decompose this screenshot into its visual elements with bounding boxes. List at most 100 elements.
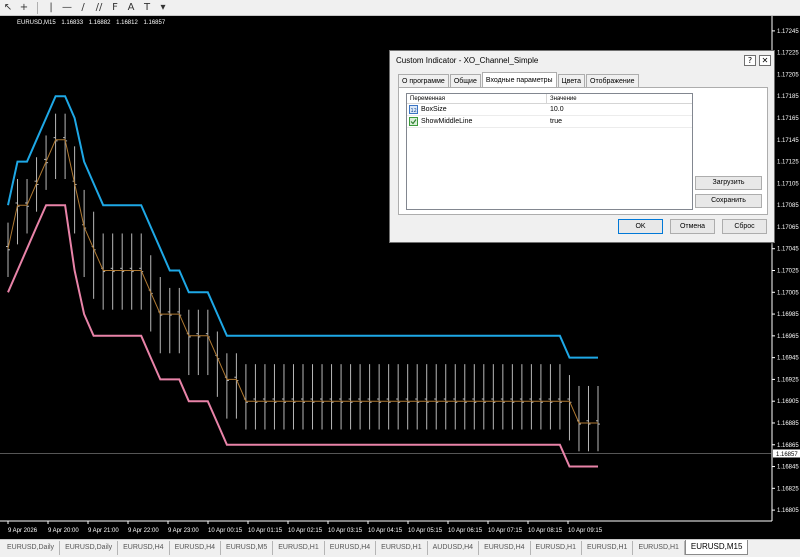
price-tick-label: 1.16865 — [777, 443, 799, 449]
price-tick-label: 1.17005 — [777, 290, 799, 296]
price-tick-label: 1.17105 — [777, 181, 799, 187]
price-tick-label: 1.16925 — [777, 377, 799, 383]
time-tick-label: 10 Apr 05:15 — [408, 528, 443, 534]
dialog-tabs: О программе Общие Входные параметры Цвет… — [398, 72, 640, 87]
price-tick-label: 1.16905 — [777, 399, 799, 405]
param-value[interactable]: true — [547, 116, 692, 127]
price-tick-label: 1.17205 — [777, 72, 799, 78]
time-tick-label: 9 Apr 21:00 — [88, 528, 119, 534]
price-tick-label: 1.17025 — [777, 269, 799, 275]
reset-button[interactable]: Сброс — [722, 219, 767, 234]
time-tick-label: 10 Apr 01:15 — [248, 528, 283, 534]
dialog-titlebar[interactable]: Custom Indicator - XO_Channel_Simple ? ✕ — [390, 51, 774, 69]
time-tick-label: 10 Apr 09:15 — [568, 528, 603, 534]
column-header-variable[interactable]: Переменная — [407, 94, 547, 103]
price-tick-label: 1.17045 — [777, 247, 799, 253]
tab-common[interactable]: Общие — [449, 74, 481, 87]
channel-icon[interactable]: // — [91, 0, 107, 15]
cancel-button[interactable]: Отмена — [670, 219, 715, 234]
chart-tab[interactable]: EURUSD,H4 — [170, 541, 222, 555]
table-row[interactable]: ShowMiddleLine true — [407, 116, 692, 128]
price-tick-label: 1.16825 — [777, 486, 799, 492]
param-name-cell: 12 BoxSize — [407, 104, 547, 115]
chart-tab[interactable]: EURUSD,H1 — [273, 541, 325, 555]
param-name-cell: ShowMiddleLine — [407, 116, 547, 127]
table-header: Переменная Значение — [407, 94, 692, 104]
close-button[interactable]: ✕ — [759, 54, 771, 66]
price-tick-label: 1.16965 — [777, 334, 799, 340]
label-icon[interactable]: T — [139, 0, 155, 15]
save-button[interactable]: Сохранить — [695, 194, 762, 208]
tab-inputs[interactable]: Входные параметры — [481, 72, 557, 87]
time-tick-label: 10 Apr 06:15 — [448, 528, 483, 534]
chart-tab[interactable]: EURUSD,H1 — [376, 541, 428, 555]
ohlc-low: 1.16812 — [116, 20, 138, 26]
price-tick-label: 1.17185 — [777, 94, 799, 100]
vertical-line-icon[interactable]: | — [43, 0, 59, 15]
chart-tab[interactable]: EURUSD,H4 — [479, 541, 531, 555]
time-tick-label: 10 Apr 08:15 — [528, 528, 563, 534]
price-tick-label: 1.17145 — [777, 138, 799, 144]
ohlc-close: 1.16857 — [143, 20, 166, 26]
chart-tab[interactable]: AUDUSD,H4 — [428, 541, 480, 555]
toolbar-separator — [37, 1, 38, 14]
inputs-panel: Переменная Значение 12 BoxSize 10.0 Show… — [398, 87, 768, 215]
tab-colors[interactable]: Цвета — [557, 74, 586, 87]
chart-tab[interactable]: EURUSD,M15 — [684, 540, 749, 555]
price-tick-label: 1.17225 — [777, 51, 799, 57]
chart-tabs: EURUSD,Daily EURUSD,Daily EURUSD,H4 EURUSD,… — [0, 539, 800, 557]
text-icon[interactable]: A — [123, 0, 139, 15]
time-tick-label: 9 Apr 2026 — [8, 528, 38, 534]
chart-tab[interactable]: EURUSD,H4 — [325, 541, 377, 555]
cursor-icon[interactable]: ↖ — [0, 0, 16, 15]
crosshair-icon[interactable]: + — [16, 0, 32, 15]
ok-button[interactable]: OK — [618, 219, 663, 234]
numeric-param-icon: 12 — [409, 105, 418, 114]
price-tick-label: 1.17125 — [777, 160, 799, 166]
chart-tab[interactable]: EURUSD,H1 — [582, 541, 634, 555]
price-tick-label: 1.17165 — [777, 116, 799, 122]
chart-symbol-info: EURUSD,M15 1.16833 1.16882 1.16812 1.168… — [17, 20, 169, 26]
parameters-table: Переменная Значение 12 BoxSize 10.0 Show… — [406, 93, 693, 210]
param-name: ShowMiddleLine — [421, 117, 473, 125]
time-tick-label: 10 Apr 03:15 — [328, 528, 363, 534]
chart-tab[interactable]: EURUSD,H4 — [118, 541, 170, 555]
boolean-param-icon — [409, 117, 418, 126]
param-name: BoxSize — [421, 105, 447, 113]
custom-indicator-dialog: Custom Indicator - XO_Channel_Simple ? ✕… — [389, 50, 775, 243]
price-tick-label: 1.16805 — [777, 508, 799, 514]
time-tick-label: 10 Apr 00:15 — [208, 528, 243, 534]
table-row[interactable]: 12 BoxSize 10.0 — [407, 104, 692, 116]
chart-tab[interactable]: EURUSD,H1 — [531, 541, 582, 555]
param-value[interactable]: 10.0 — [547, 104, 692, 115]
time-tick-label: 9 Apr 23:00 — [168, 528, 199, 534]
price-tick-label: 1.16845 — [777, 465, 799, 471]
time-tick-label: 10 Apr 04:15 — [368, 528, 403, 534]
tab-visualization[interactable]: Отображение — [586, 74, 639, 87]
time-tick-label: 10 Apr 02:15 — [288, 528, 323, 534]
chart-tab[interactable]: EURUSD,H1 — [633, 541, 685, 555]
time-tick-label: 9 Apr 20:00 — [48, 528, 79, 534]
time-tick-label: 10 Apr 07:15 — [488, 528, 523, 534]
help-button[interactable]: ? — [744, 54, 756, 66]
chart-symbol: EURUSD,M15 — [17, 20, 56, 26]
price-tick-label: 1.17065 — [777, 225, 799, 231]
price-tick-label: 1.16985 — [777, 312, 799, 318]
shapes-icon[interactable]: ▾ — [155, 0, 171, 15]
price-tick-label: 1.16945 — [777, 356, 799, 362]
trendline-icon[interactable]: / — [75, 0, 91, 15]
chart-tab[interactable]: EURUSD,Daily — [60, 541, 119, 555]
time-tick-label: 9 Apr 22:00 — [128, 528, 159, 534]
fibonacci-icon[interactable]: F — [107, 0, 123, 15]
chart-tab[interactable]: EURUSD,Daily — [2, 541, 61, 555]
current-price-label: 1.16857 — [776, 452, 798, 458]
tab-about[interactable]: О программе — [398, 74, 449, 87]
dialog-title: Custom Indicator - XO_Channel_Simple — [396, 55, 539, 65]
toolbar: ↖ + | — / // F A T ▾ — [0, 0, 800, 16]
chart-tab[interactable]: EURUSD,M5 — [221, 541, 274, 555]
ohlc-high: 1.16882 — [88, 20, 111, 26]
load-button[interactable]: Загрузить — [695, 176, 762, 190]
terminal-window: ↖ + | — / // F A T ▾ 1.17245 1.17225 1.172… — [0, 0, 800, 557]
column-header-value[interactable]: Значение — [547, 94, 692, 103]
horizontal-line-icon[interactable]: — — [59, 0, 75, 15]
